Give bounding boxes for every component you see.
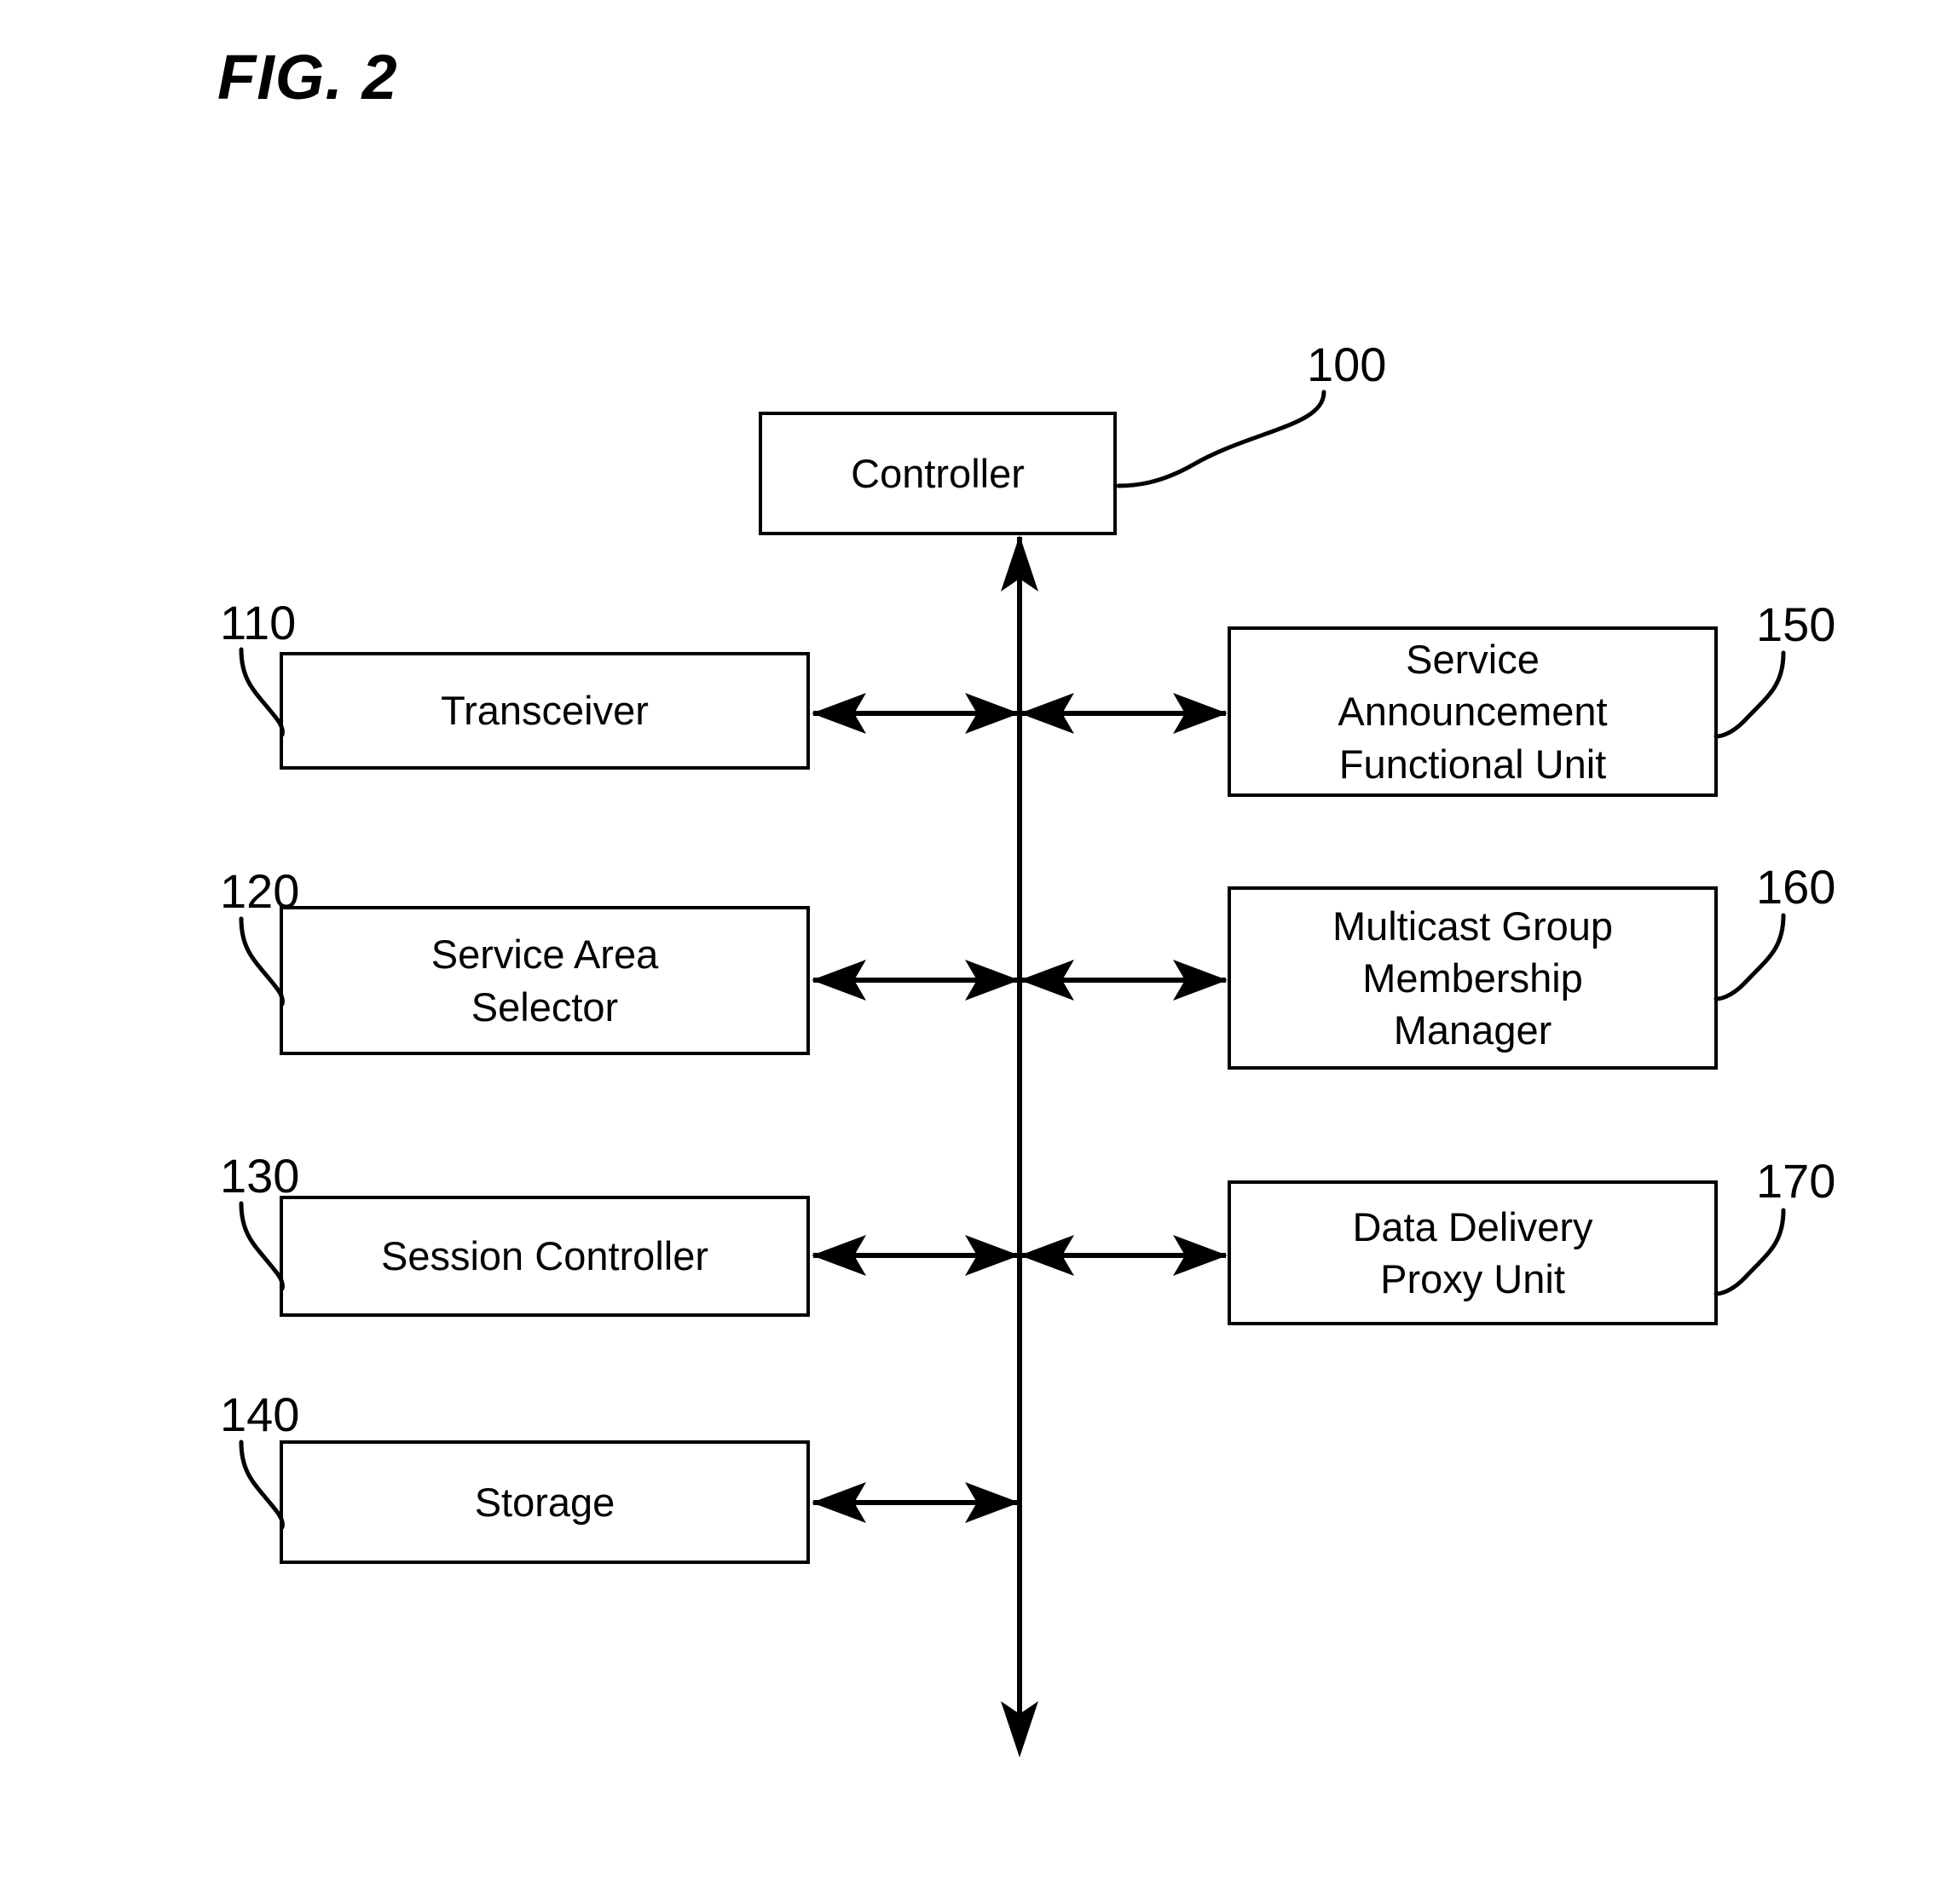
block-transceiver-label: Transceiver xyxy=(441,688,649,734)
arrowhead-into-bus-left-r1 xyxy=(965,693,1020,734)
arrowhead-into-service-announcement xyxy=(1173,693,1228,734)
leader-line-150 xyxy=(1713,650,1786,739)
leader-line-130 xyxy=(239,1201,285,1291)
block-data-delivery-proxy-unit[interactable]: Data Delivery Proxy Unit xyxy=(1228,1180,1718,1325)
arrowhead-into-session-controller xyxy=(812,1235,866,1276)
block-session-controller-label: Session Controller xyxy=(380,1233,708,1279)
leader-line-140 xyxy=(239,1440,285,1530)
block-multicast-group-membership-manager-label: Multicast Group Membership Manager xyxy=(1332,903,1614,1053)
block-data-delivery-proxy-unit-label: Data Delivery Proxy Unit xyxy=(1352,1203,1593,1301)
block-service-area-selector[interactable]: Service Area Selector xyxy=(280,906,810,1055)
block-storage[interactable]: Storage xyxy=(280,1440,810,1564)
ref-numeral-100: 100 xyxy=(1307,338,1387,391)
block-service-announcement-functional-unit-label: Service Announcement Functional Unit xyxy=(1338,637,1608,787)
leader-line-110 xyxy=(239,647,285,737)
leader-line-120 xyxy=(239,916,285,1007)
ref-numeral-140: 140 xyxy=(220,1388,300,1441)
block-controller[interactable]: Controller xyxy=(759,412,1117,535)
block-multicast-group-membership-manager[interactable]: Multicast Group Membership Manager xyxy=(1228,886,1718,1070)
arrowhead-into-storage xyxy=(812,1482,866,1523)
block-storage-label: Storage xyxy=(474,1479,615,1525)
ref-numeral-150: 150 xyxy=(1756,597,1836,651)
block-transceiver[interactable]: Transceiver xyxy=(280,652,810,770)
ref-numeral-130: 130 xyxy=(220,1149,300,1203)
ref-numeral-110: 110 xyxy=(220,596,297,649)
arrowhead-into-transceiver-r1 xyxy=(812,693,866,734)
block-session-controller[interactable]: Session Controller xyxy=(280,1196,810,1317)
arrowhead-into-bus-right-r1 xyxy=(1020,693,1074,734)
block-service-area-selector-label: Service Area Selector xyxy=(431,932,659,1030)
leader-line-170 xyxy=(1713,1208,1786,1296)
bus-bottom-arrowhead xyxy=(1001,1701,1038,1757)
arrowhead-into-service-area-selector xyxy=(812,960,866,1001)
block-service-announcement-functional-unit[interactable]: Service Announcement Functional Unit xyxy=(1228,626,1718,797)
ref-numeral-170: 170 xyxy=(1756,1154,1836,1208)
block-controller-label: Controller xyxy=(851,450,1025,496)
bus-to-controller-arrowhead xyxy=(1001,535,1038,591)
figure-title: FIG. 2 xyxy=(217,42,398,113)
arrowhead-into-multicast-group-manager xyxy=(1173,960,1228,1001)
patent-figure: FIG. 2 Controller Transceiver Service Ar… xyxy=(0,0,1959,1904)
arrowhead-into-bus-left-r3 xyxy=(965,1235,1020,1276)
leader-line-160 xyxy=(1713,913,1786,1001)
arrowhead-into-bus-right-r3 xyxy=(1020,1235,1074,1276)
arrowhead-into-bus-left-r4 xyxy=(965,1482,1020,1523)
arrowhead-into-bus-left-r2 xyxy=(965,960,1020,1001)
arrowhead-into-data-delivery-proxy xyxy=(1173,1235,1228,1276)
arrowhead-into-bus-right-r2 xyxy=(1020,960,1074,1001)
leader-line-100 xyxy=(1116,389,1326,488)
ref-numeral-160: 160 xyxy=(1756,860,1836,914)
ref-numeral-120: 120 xyxy=(220,864,300,918)
